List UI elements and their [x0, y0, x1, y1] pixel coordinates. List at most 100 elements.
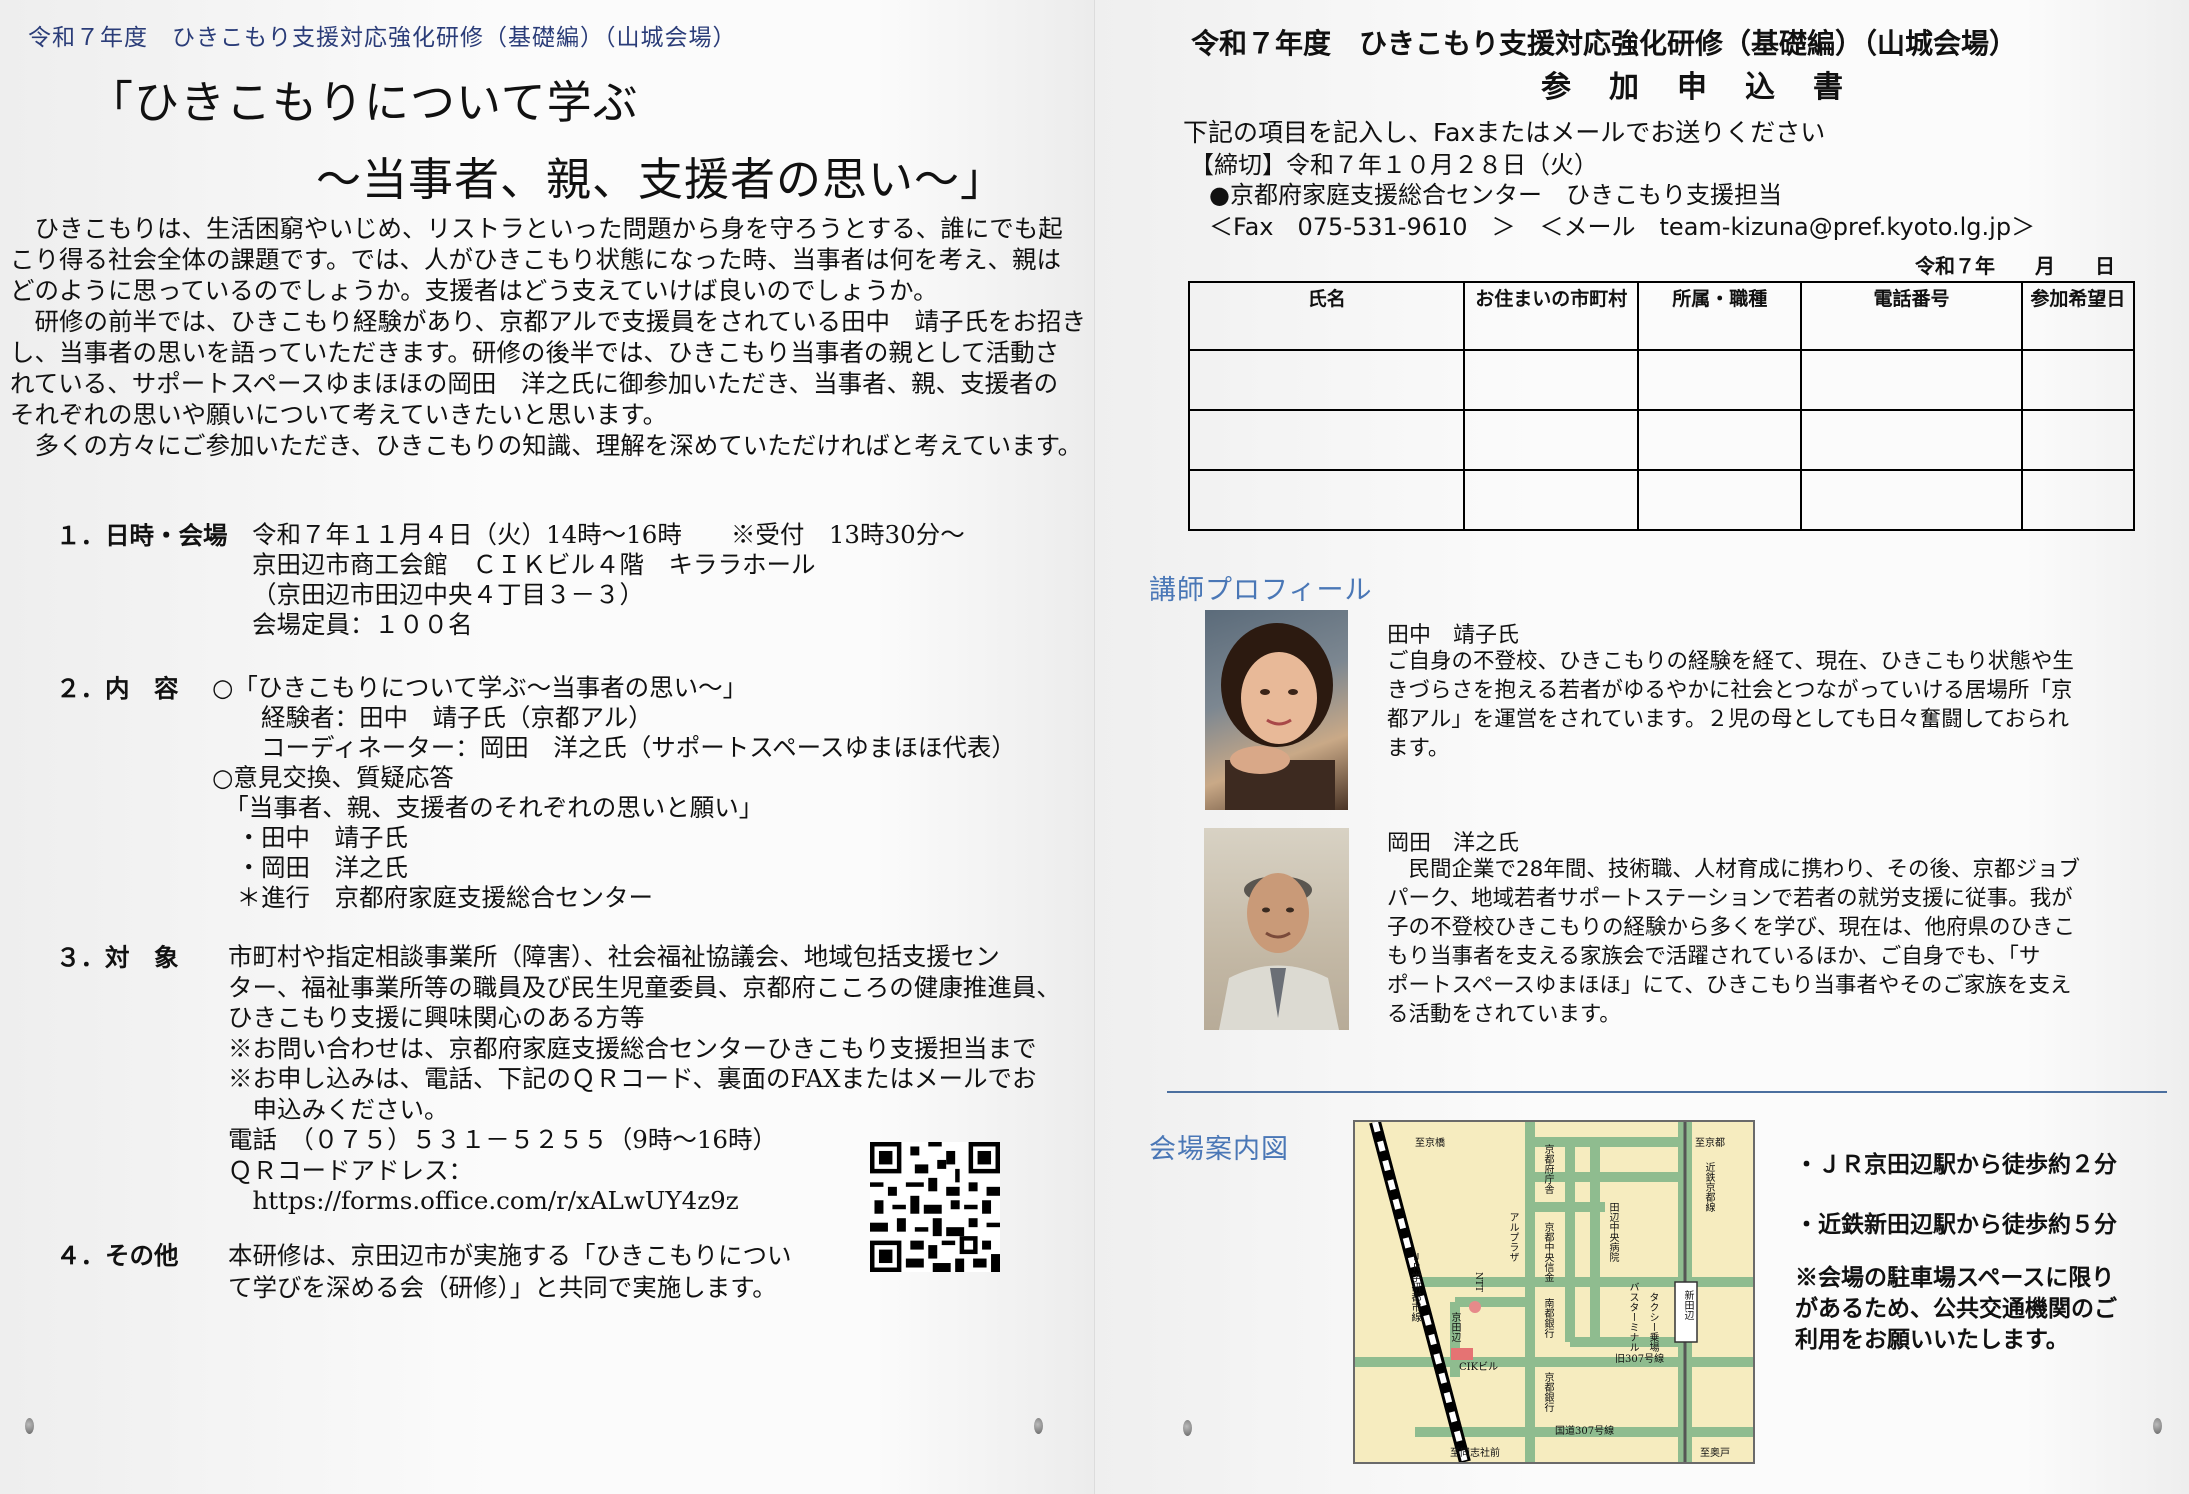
- intro-line: それぞれの思いや願いについて考えていきたいと思います。: [10, 400, 668, 429]
- section3-line: 申込みください。: [228, 1094, 449, 1124]
- section3-line: ※お申し込みは、電話、下記のＱＲコード、裏面のFAXまたはメールでお: [228, 1064, 1037, 1093]
- municipality-cell[interactable]: [1463, 349, 1640, 411]
- section1-line: 会場定員：１００名: [252, 610, 473, 639]
- phone-cell[interactable]: [1800, 409, 2023, 471]
- section2-label: ２．内 容: [56, 674, 179, 703]
- map-label: 至奥戸: [1700, 1448, 1730, 1459]
- section1-body: 令和７年１１月４日（火）14時～16時 ※受付 13時30分～ 京田辺市商工会館…: [252, 520, 965, 640]
- phone-cell[interactable]: [1800, 349, 2023, 411]
- map-label: NTT: [1473, 1272, 1483, 1293]
- map-label: 新田辺: [1682, 1290, 1693, 1320]
- okada-photo: [1204, 828, 1349, 1030]
- left-page: 令和７年度 ひきこもり支援対応強化研修（基礎編）（山城会場） 「ひきこもりについ…: [0, 0, 1094, 1494]
- name-cell[interactable]: [1187, 469, 1466, 531]
- section3-label: ３．対 象: [56, 943, 179, 972]
- section3-line: ※お問い合わせは、京都府家庭支援総合センターひきこもり支援担当まで: [228, 1033, 1037, 1063]
- section4-line: 本研修は、京田辺市が実施する「ひきこもりについ: [228, 1241, 792, 1270]
- profile1-text: ご自身の不登校、ひきこもりの経験を経て、現在、ひきこもり状態や生 きづらさを抱え…: [1387, 647, 2074, 763]
- section3-line: ター、福祉事業所等の職員及び民生児童委員、京都府こころの健康推進員、: [228, 972, 1061, 1002]
- column-header-preferred-date: 参加希望日: [2020, 281, 2136, 351]
- column-header-municipality: お住まいの市町村: [1463, 281, 1640, 351]
- section4-line: て学びを深める会（研修）」と共同で実施します。: [228, 1273, 777, 1302]
- parking-note-line: があるため、公共交通機関のご: [1795, 1295, 2117, 1322]
- profile2-line: ポートスペースゆまほほ」にて、ひきこもり当事者やそのご家族を支え: [1387, 973, 2072, 998]
- section1-line: 京田辺市商工会館 ＣＩＫビル４階 キララホール: [252, 550, 816, 579]
- municipality-cell[interactable]: [1463, 469, 1640, 531]
- profile2-line: 民間企業で28年間、技術職、人材育成に携わり、その後、京都ジョブ: [1387, 857, 2081, 882]
- profile2-line: る活動をされています。: [1387, 1002, 1621, 1027]
- section2-line: ・田中 靖子氏: [212, 823, 408, 852]
- application-date: 令和７年 月 日: [1915, 254, 2115, 278]
- form-header: 令和７年度 ひきこもり支援対応強化研修（基礎編）（山城会場）: [1191, 27, 2018, 60]
- contact-organization: ●京都府家庭支援総合センター ひきこもり支援担当: [1209, 181, 1782, 209]
- map-label: 京都銀行: [1542, 1372, 1553, 1412]
- column-header-affiliation: 所属・職種: [1637, 281, 1803, 351]
- contact-fax-email: ＜Fax 075-531-9610 ＞ ＜メール team-kizuna@pre…: [1209, 213, 2036, 241]
- affiliation-cell[interactable]: [1637, 409, 1803, 471]
- section2-line: 「当事者、親、支援者のそれぞれの思いと願い」: [212, 793, 764, 822]
- intro-line: し、当事者の思いを語っていただきます。研修の後半では、ひきこもり当事者の親として…: [10, 338, 1060, 367]
- column-header-name: 氏名: [1187, 281, 1466, 351]
- profile1-name: 田中 靖子氏: [1387, 623, 1520, 648]
- table-row: [1187, 409, 2136, 471]
- profile2-text: 民間企業で28年間、技術職、人材育成に携わり、その後、京都ジョブ パーク、地域若…: [1387, 855, 2080, 1029]
- section4-label: ４．その他: [56, 1241, 179, 1270]
- page-dot-icon: [2153, 1418, 2162, 1434]
- main-title-line1: 「ひきこもりについて学ぶ: [88, 76, 639, 129]
- name-cell[interactable]: [1187, 409, 1466, 471]
- right-page: 令和７年度 ひきこもり支援対応強化研修（基礎編）（山城会場） 参 加 申 込 書…: [1095, 0, 2189, 1494]
- map-label: 京田辺: [1449, 1312, 1460, 1342]
- affiliation-cell[interactable]: [1637, 349, 1803, 411]
- intro-line: こり得る社会全体の課題です。では、人がひきこもり状態になった時、当事者は何を考え…: [10, 245, 1062, 274]
- name-cell[interactable]: [1187, 349, 1466, 411]
- map-label: 至京都: [1695, 1138, 1725, 1149]
- map-label: 南都銀行: [1542, 1298, 1553, 1338]
- section3-line: 市町村や指定相談事業所（障害）、社会福祉協議会、地域包括支援セン: [228, 942, 1000, 971]
- venue-map: 至京橋 至京都 至同志社前 至奥戸 国道307号線 旧307号線 CIKビル Ｊ…: [1353, 1120, 1755, 1464]
- parking-note: ※会場の駐車場スペースに限り があるため、公共交通機関のご 利用をお願いいたしま…: [1795, 1262, 2117, 1355]
- intro-paragraph: ひきこもりは、生活困窮やいじめ、リストラといった問題から身を守ろうとする、誰にで…: [10, 213, 1086, 461]
- form-instruction: 下記の項目を記入し、Faxまたはメールでお送りください: [1183, 118, 1826, 147]
- page-dot-icon: [1183, 1420, 1192, 1436]
- header-title: 令和７年度 ひきこもり支援対応強化研修（基礎編）（山城会場）: [28, 25, 737, 51]
- access-kintetsu: ・近鉄新田辺駅から徒歩約５分: [1795, 1211, 2117, 1238]
- map-label: CIKビル: [1459, 1362, 1499, 1373]
- form-title: 参 加 申 込 書: [1541, 70, 1847, 105]
- profile1-line: きづらさを抱える若者がゆるやかに社会とつながっていける居場所「京: [1387, 678, 2073, 703]
- municipality-cell[interactable]: [1463, 409, 1640, 471]
- map-heading: 会場案内図: [1149, 1134, 1289, 1165]
- preferred-date-cell[interactable]: [2020, 469, 2136, 531]
- map-label: 国道307号線: [1555, 1426, 1615, 1437]
- profile-heading: 講師プロフィール: [1149, 575, 1373, 606]
- tanaka-photo: [1205, 610, 1348, 810]
- section2-line: ＊進行 京都府家庭支援総合センター: [212, 883, 653, 912]
- intro-line: れている、サポートスペースゆまほほの岡田 洋之氏に御参加いただき、当事者、親、支…: [10, 369, 1059, 398]
- parking-note-line: 利用をお願いいたします。: [1795, 1326, 2069, 1353]
- access-jr: ・ＪＲ京田辺駅から徒歩約２分: [1795, 1151, 2117, 1178]
- qr-code[interactable]: [870, 1142, 1000, 1272]
- intro-line: ひきこもりは、生活困窮やいじめ、リストラといった問題から身を守ろうとする、誰にで…: [10, 214, 1063, 243]
- section1-line: 令和７年１１月４日（火）14時～16時 ※受付 13時30分～: [252, 520, 965, 549]
- phone-cell[interactable]: [1800, 469, 2023, 531]
- column-header-phone: 電話番号: [1800, 281, 2023, 351]
- intro-line: 研修の前半では、ひきこもり経験があり、京都アルで支援員をされている田中 靖子氏を…: [10, 307, 1087, 336]
- map-label: バスターミナル: [1627, 1282, 1638, 1352]
- parking-note-line: ※会場の駐車場スペースに限り: [1795, 1264, 2115, 1291]
- map-label: 近鉄京都線: [1703, 1162, 1714, 1212]
- preferred-date-cell[interactable]: [2020, 349, 2136, 411]
- map-label: ＪＲ学研都市線: [1409, 1252, 1420, 1322]
- affiliation-cell[interactable]: [1637, 469, 1803, 531]
- section2-line: ○「ひきこもりについて学ぶ～当事者の思い～」: [212, 673, 748, 702]
- map-label: タクシー乗場: [1647, 1292, 1658, 1352]
- profile1-line: 都アル」を運営をされています。２児の母としても日々奮闘しておられ: [1387, 707, 2069, 732]
- intro-line: どのように思っているのでしょうか。支援者はどう支えていけば良いのでしょうか。: [10, 276, 938, 305]
- section4-body: 本研修は、京田辺市が実施する「ひきこもりについ て学びを深める会（研修）」と共同…: [228, 1240, 792, 1304]
- profile2-line: パーク、地域若者サポートステーションで若者の就労支援に従事。我が: [1387, 886, 2073, 911]
- map-label: 至同志社前: [1450, 1448, 1500, 1459]
- preferred-date-cell[interactable]: [2020, 409, 2136, 471]
- page-dot-icon: [25, 1418, 34, 1434]
- map-label: 京都中央信金: [1542, 1222, 1553, 1282]
- section2-line: ・岡田 洋之氏: [212, 853, 408, 882]
- map-label: 至京橋: [1415, 1138, 1445, 1149]
- profile2-name: 岡田 洋之氏: [1387, 831, 1520, 856]
